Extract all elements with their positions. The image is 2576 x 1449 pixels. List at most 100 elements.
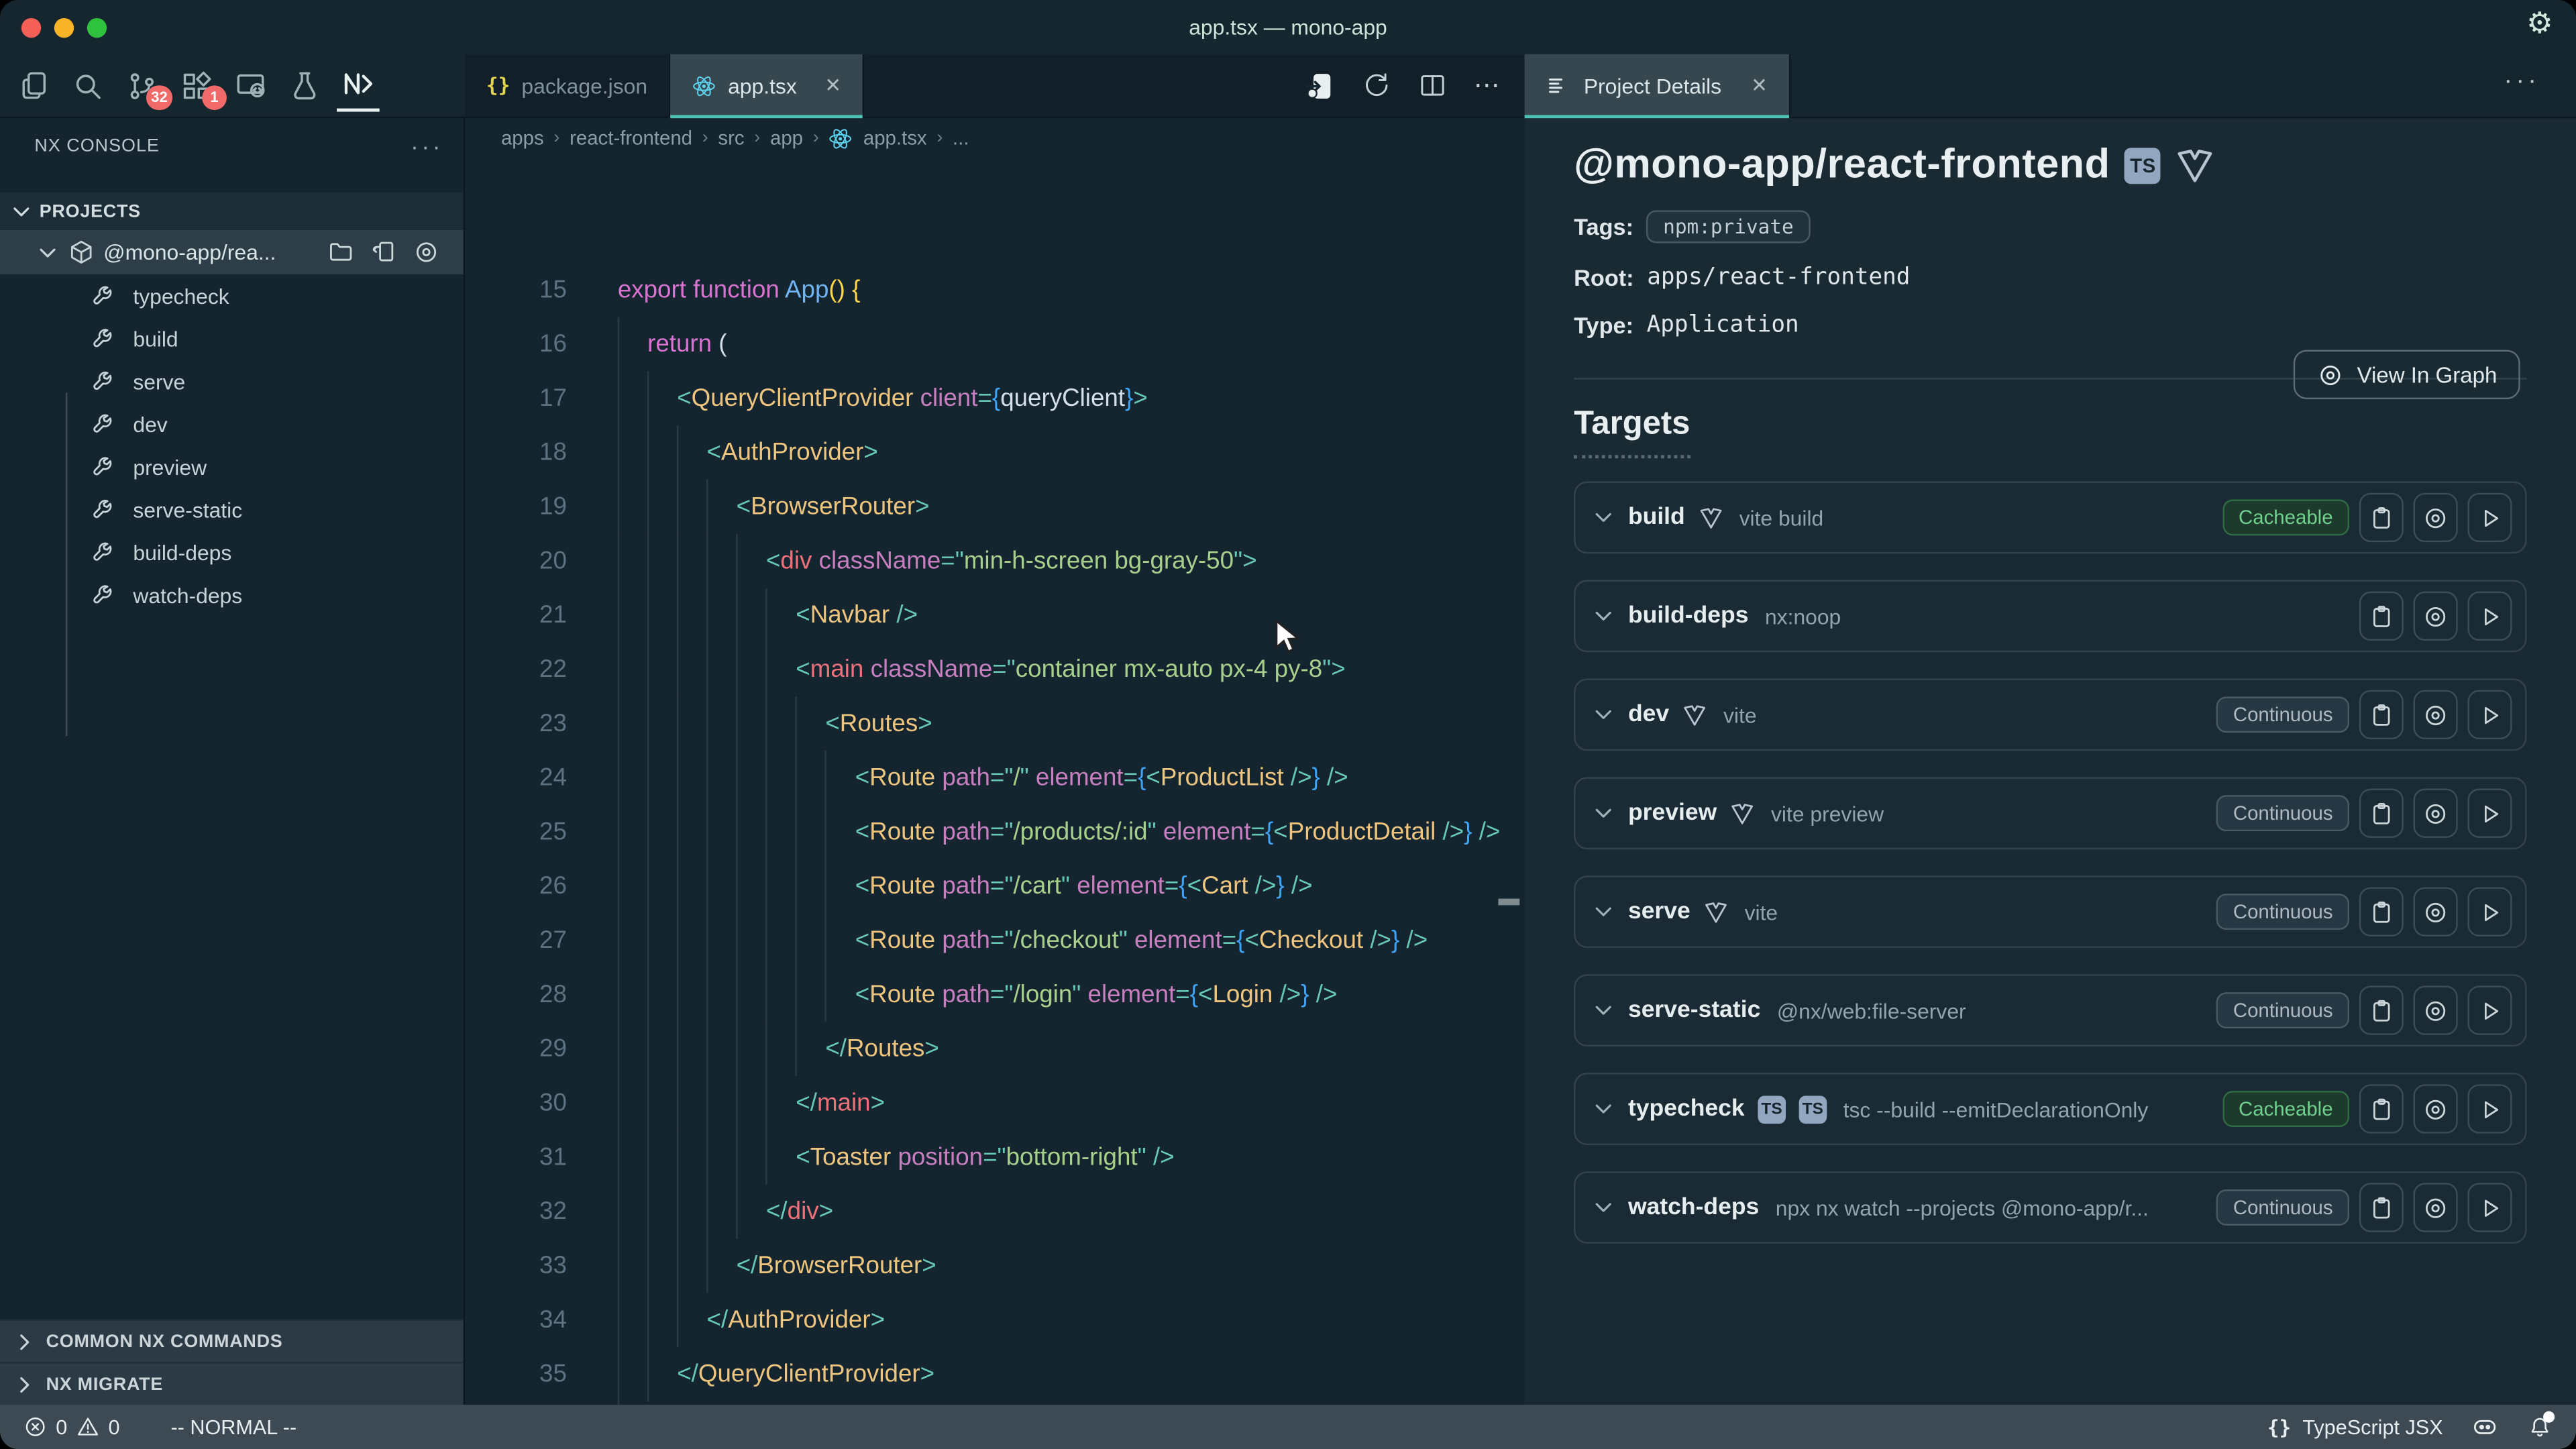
run-target-play-icon[interactable] <box>2467 887 2512 936</box>
code-line-20[interactable]: 20<div className="min-h-screen bg-gray-5… <box>465 534 1503 588</box>
activity-item-search[interactable] <box>66 59 109 111</box>
copy-target-icon[interactable] <box>2359 887 2404 936</box>
projects-section-header[interactable]: PROJECTS <box>0 193 464 230</box>
run-target-play-icon[interactable] <box>2467 493 2512 542</box>
target-card-typecheck[interactable]: typecheckTSTStsc --build --emitDeclarati… <box>1574 1073 2526 1145</box>
activity-item-testing[interactable] <box>282 59 325 111</box>
copy-target-icon[interactable] <box>2359 592 2404 641</box>
code-line-19[interactable]: 19<BrowserRouter> <box>465 480 1503 534</box>
sidebar-target-build-deps[interactable]: build-deps <box>0 531 464 574</box>
code-line-16[interactable]: 16return ( <box>465 317 1503 372</box>
view-target-icon[interactable] <box>2414 592 2458 641</box>
chevron-down-icon[interactable] <box>1592 1097 1615 1120</box>
code-line-24[interactable]: 24<Route path="/" element={<ProductList … <box>465 751 1503 805</box>
run-target-play-icon[interactable] <box>2467 1183 2512 1232</box>
sidebar-section-common-nx-commands[interactable]: COMMON NX COMMANDS <box>0 1320 464 1362</box>
copy-target-icon[interactable] <box>2359 985 2404 1034</box>
editor-tab-app.tsx[interactable]: app.tsx✕ <box>670 54 864 117</box>
sidebar-target-dev[interactable]: dev <box>0 402 464 445</box>
code-area[interactable]: 15export function App() {16return (17<Qu… <box>465 263 1503 1405</box>
scrollbar-thumb[interactable] <box>1498 899 1519 906</box>
view-target-icon[interactable] <box>2414 985 2458 1034</box>
target-card-preview[interactable]: previewvite previewContinuous <box>1574 777 2526 849</box>
view-target-icon[interactable] <box>2414 789 2458 838</box>
breadcrumb-item[interactable]: apps <box>501 127 544 150</box>
copy-target-icon[interactable] <box>2359 1084 2404 1133</box>
language-mode[interactable]: {} TypeScript JSX <box>2267 1415 2443 1438</box>
view-target-icon[interactable] <box>2414 1183 2458 1232</box>
chevron-down-icon[interactable] <box>1592 506 1615 529</box>
breadcrumb-item[interactable]: ... <box>953 127 969 150</box>
view-target-icon[interactable] <box>2414 493 2458 542</box>
activity-item-extensions[interactable]: 1 <box>174 59 217 111</box>
code-line-22[interactable]: 22<main className="container mx-auto px-… <box>465 643 1503 697</box>
code-line-27[interactable]: 27<Route path="/checkout" element={<Chec… <box>465 914 1503 968</box>
activity-item-nx-console[interactable] <box>337 59 380 111</box>
sidebar-section-nx-migrate[interactable]: NX MIGRATE <box>0 1362 464 1405</box>
folder-icon[interactable] <box>327 238 355 266</box>
code-line-15[interactable]: 15export function App() { <box>465 263 1503 317</box>
run-target-play-icon[interactable] <box>2467 985 2512 1034</box>
chevron-down-icon[interactable] <box>1592 900 1615 923</box>
code-line-30[interactable]: 30</main> <box>465 1076 1503 1130</box>
split-editor-icon[interactable] <box>1417 70 1447 100</box>
code-line-17[interactable]: 17<QueryClientProvider client={queryClie… <box>465 371 1503 425</box>
target-card-build-deps[interactable]: build-depsnx:noop <box>1574 580 2526 652</box>
breadcrumb-item[interactable]: app <box>770 127 803 150</box>
view-target-icon[interactable] <box>2414 887 2458 936</box>
sidebar-project-row[interactable]: @mono-app/rea... <box>0 230 464 274</box>
code-line-32[interactable]: 32</div> <box>465 1185 1503 1239</box>
panel-tab-project-details[interactable]: Project Details✕ <box>1525 54 1790 117</box>
target-card-build[interactable]: buildvite buildCacheable <box>1574 482 2526 554</box>
run-target-play-icon[interactable] <box>2467 592 2512 641</box>
code-line-35[interactable]: 35</QueryClientProvider> <box>465 1347 1503 1401</box>
target-card-serve[interactable]: serveviteContinuous <box>1574 875 2526 948</box>
more-actions-icon[interactable]: ⋯ <box>1474 69 1502 102</box>
run-target-icon[interactable] <box>1304 70 1336 101</box>
copy-target-icon[interactable] <box>2359 493 2404 542</box>
code-line-31[interactable]: 31<Toaster position="bottom-right" /> <box>465 1130 1503 1185</box>
code-line-34[interactable]: 34</AuthProvider> <box>465 1293 1503 1347</box>
editor-tab-package.json[interactable]: {}package.json <box>465 54 670 117</box>
warning-count[interactable]: 0 <box>109 1415 120 1438</box>
refresh-icon[interactable] <box>1362 70 1391 100</box>
sidebar-more-icon[interactable]: ··· <box>411 132 443 158</box>
code-line-29[interactable]: 29</Routes> <box>465 1022 1503 1076</box>
sidebar-target-preview[interactable]: preview <box>0 445 464 488</box>
copy-target-icon[interactable] <box>2359 789 2404 838</box>
errors-icon[interactable] <box>23 1415 48 1440</box>
settings-gear-icon[interactable]: ⚙ <box>2526 7 2553 41</box>
close-tab-icon[interactable]: ✕ <box>824 74 841 97</box>
code-line-18[interactable]: 18<AuthProvider> <box>465 425 1503 480</box>
sidebar-target-watch-deps[interactable]: watch-deps <box>0 574 464 616</box>
code-line-36[interactable]: 36); <box>465 1401 1503 1405</box>
warnings-icon[interactable] <box>76 1415 101 1440</box>
code-line-33[interactable]: 33</BrowserRouter> <box>465 1239 1503 1293</box>
file-move-icon[interactable] <box>370 238 398 266</box>
activity-item-remote-explorer[interactable] <box>228 59 271 111</box>
copy-target-icon[interactable] <box>2359 690 2404 739</box>
target-icon[interactable] <box>413 238 441 266</box>
copy-target-icon[interactable] <box>2359 1183 2404 1232</box>
target-card-serve-static[interactable]: serve-static@nx/web:file-serverContinuou… <box>1574 974 2526 1046</box>
run-target-play-icon[interactable] <box>2467 789 2512 838</box>
chevron-down-icon[interactable] <box>1592 1196 1615 1219</box>
code-line-28[interactable]: 28<Route path="/login" element={<Login /… <box>465 967 1503 1022</box>
code-line-26[interactable]: 26<Route path="/cart" element={<Cart />}… <box>465 859 1503 914</box>
view-target-icon[interactable] <box>2414 690 2458 739</box>
sidebar-target-typecheck[interactable]: typecheck <box>0 274 464 317</box>
activity-item-explorer[interactable] <box>11 59 54 111</box>
breadcrumb-item[interactable]: src <box>718 127 744 150</box>
breadcrumb-item[interactable]: react-frontend <box>570 127 692 150</box>
error-count[interactable]: 0 <box>56 1415 67 1438</box>
view-in-graph-button[interactable]: View In Graph <box>2293 350 2520 399</box>
sidebar-target-build[interactable]: build <box>0 317 464 360</box>
run-target-play-icon[interactable] <box>2467 1084 2512 1133</box>
target-card-watch-deps[interactable]: watch-depsnpx nx watch --projects @mono-… <box>1574 1171 2526 1244</box>
code-line-23[interactable]: 23<Routes> <box>465 696 1503 751</box>
target-card-dev[interactable]: devviteContinuous <box>1574 678 2526 751</box>
notifications-bell-icon[interactable] <box>2527 1413 2553 1440</box>
chevron-down-icon[interactable] <box>1592 999 1615 1022</box>
copilot-icon[interactable] <box>2471 1413 2499 1441</box>
activity-item-source-control[interactable]: 32 <box>120 59 163 111</box>
